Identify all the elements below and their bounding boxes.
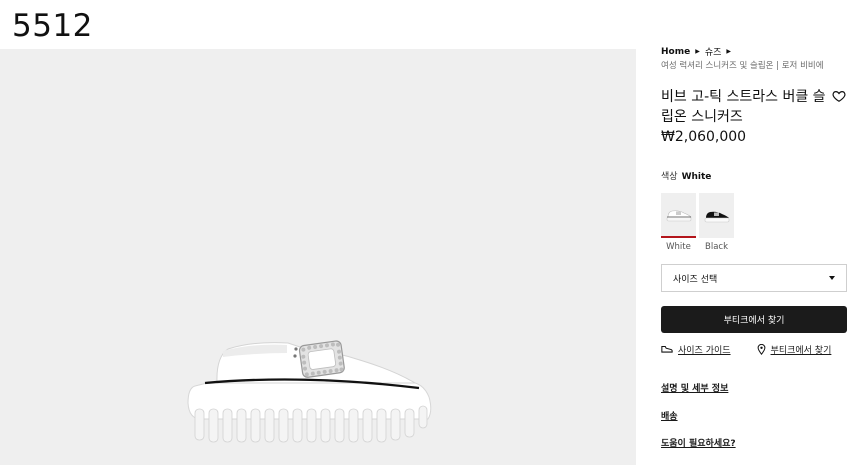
- find-in-boutique-button[interactable]: 부티크에서 찾기: [661, 306, 847, 333]
- find-boutique-label: 부티크에서 찾기: [770, 346, 832, 356]
- swatch-white-label: White: [666, 242, 691, 252]
- swatch-white-thumb: [661, 193, 696, 238]
- product-image-panel: [0, 49, 636, 465]
- color-label-text: 색상: [661, 172, 678, 182]
- color-label: 색상 White: [661, 169, 711, 182]
- black-sneaker-icon: [704, 211, 729, 222]
- help-accordion[interactable]: 도움이 필요하세요?: [661, 436, 736, 449]
- details-accordion[interactable]: 설명 및 세부 정보: [661, 381, 728, 394]
- product-title: 비브 고-틱 스트라스 버클 슬립온 스니커즈: [661, 89, 826, 125]
- helper-links: 사이즈 가이드 부티크에서 찾기: [661, 343, 831, 356]
- breadcrumb-separator-icon: ▶: [695, 48, 700, 55]
- size-select[interactable]: 사이즈 선택: [661, 264, 847, 292]
- chevron-down-icon: [829, 276, 835, 280]
- page-id: 5512: [12, 8, 93, 44]
- swatch-black[interactable]: Black: [699, 193, 734, 252]
- breadcrumb: Home ▶ 슈즈 ▶: [661, 45, 732, 59]
- breadcrumb-category[interactable]: 슈즈: [705, 45, 722, 58]
- selected-color: White: [681, 172, 712, 182]
- heart-icon[interactable]: [832, 89, 846, 103]
- shoe-icon: [661, 345, 673, 353]
- breadcrumb-home[interactable]: Home: [661, 47, 690, 57]
- color-swatches: White Black: [661, 193, 734, 252]
- size-guide-label: 사이즈 가이드: [678, 346, 731, 356]
- white-sneaker-icon: [666, 209, 692, 221]
- location-pin-icon: [757, 344, 765, 355]
- size-guide-link[interactable]: 사이즈 가이드: [661, 343, 731, 356]
- find-boutique-link[interactable]: 부티크에서 찾기: [757, 343, 832, 356]
- product-image: [187, 340, 432, 443]
- swatch-white[interactable]: White: [661, 193, 696, 252]
- size-select-placeholder: 사이즈 선택: [673, 274, 718, 285]
- swatch-black-thumb: [699, 193, 734, 238]
- product-price: ₩2,060,000: [661, 129, 747, 145]
- delivery-accordion[interactable]: 배송: [661, 409, 678, 422]
- swatch-black-label: Black: [705, 242, 728, 252]
- breadcrumb-separator-icon: ▶: [726, 48, 732, 55]
- product-info-panel: Home ▶ 슈즈 ▶ 여성 럭셔리 스니커즈 및 슬립온 | 로저 비비에 비…: [661, 0, 851, 465]
- breadcrumb-subcategory[interactable]: 여성 럭셔리 스니커즈 및 슬립온 | 로저 비비에: [661, 59, 824, 71]
